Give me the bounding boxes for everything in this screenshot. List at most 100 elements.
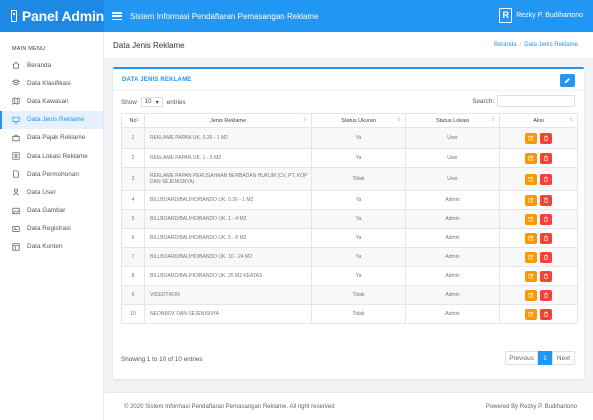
col-header-aksi[interactable]: Aksi ⇅ [499,113,578,128]
cell-status-lokasi: User [405,167,500,191]
trash-icon [544,216,548,222]
edit-icon [528,176,534,182]
row-delete-button[interactable] [540,270,552,282]
sidebar: MAIN MENU Beranda Data Klasifikasi Data Ka… [0,32,104,420]
row-edit-button[interactable] [525,308,537,320]
row-edit-button[interactable] [525,152,537,164]
sidebar-item-label: Data Lokasi Reklame [27,152,88,160]
user-logo-icon: R [499,8,513,23]
cell-jenis: BILLBOARD/BALIHO/BANDO UK. 1 - 4 M2 [144,209,312,229]
sort-icon: ⇅ [135,117,140,123]
cell-status-lokasi: Admin [405,190,500,210]
row-edit-button[interactable] [525,132,537,144]
sidebar-item-data-user[interactable]: Data User [0,183,103,201]
sidebar-item-label: Beranda [27,61,52,69]
row-edit-button[interactable] [525,289,537,301]
sort-icon: ⇅ [568,117,573,123]
previous-button[interactable]: Previous [505,351,538,365]
home-icon [12,61,20,69]
cell-aksi [499,127,578,149]
row-edit-button[interactable] [525,173,537,185]
breadcrumb: Beranda / Data Jenis Reklame [494,42,578,48]
table-row: 8 BILLBOARD/BALIHO/BANDO UK. 25 M2 KEATAS… [121,266,578,286]
row-delete-button[interactable] [540,152,552,164]
row-edit-button[interactable] [525,213,537,225]
cell-status-ukuran: Ya [311,148,406,168]
col-header-jenis[interactable]: Jenis Reklame ⇅ [144,113,312,128]
col-header-ukuran[interactable]: Status Ukuran ⇅ [311,113,406,128]
menu-toggle-icon[interactable] [112,12,122,20]
length-control: Show 10 ▾ entries [121,97,186,107]
sidebar-item-data-pajak-reklame[interactable]: Data Pajak Reklame [0,129,103,147]
image-icon [12,207,20,215]
edit-icon [528,273,534,279]
sidebar-item-data-registrasi[interactable]: Data Registrasi [0,220,103,238]
row-delete-button[interactable] [540,232,552,244]
cell-aksi [499,228,578,248]
brand[interactable]: Panel Admin [0,0,104,32]
pencil-icon [564,78,570,84]
app-title: Sistem Informasi Pendaftaran Pemasangan … [130,11,319,21]
edit-icon [528,155,534,161]
cell-no: 3 [121,167,145,191]
trash-icon [544,176,548,182]
cell-status-ukuran: Tidak [311,285,406,305]
layers-icon [12,79,20,87]
cell-status-ukuran: Ya [311,127,406,149]
table-info: Showing 1 to 10 of 10 entries [121,356,203,363]
search-label: Search: [472,97,494,105]
sort-icon: ⇅ [302,117,307,123]
map-icon [12,97,20,106]
row-edit-button[interactable] [525,251,537,263]
cell-status-lokasi: User [405,127,500,149]
cell-jenis: NEONBOX DAN SEJENISNYA [144,304,312,324]
sidebar-item-data-gambar[interactable]: Data Gambar [0,202,103,220]
sidebar-item-data-konten[interactable]: Data Konten [0,238,103,256]
row-delete-button[interactable] [540,173,552,185]
entries-label: entries [166,98,186,106]
next-button[interactable]: Next [552,351,575,365]
edit-icon [528,216,534,222]
col-header-no[interactable]: No ⇅ [121,113,145,128]
user-menu[interactable]: R Rezky P. Budihartono [499,8,583,23]
trash-icon [544,135,548,141]
sidebar-item-data-klasifikasi[interactable]: Data Klasifikasi [0,74,103,92]
caret-down-icon: ▾ [155,99,159,106]
row-delete-button[interactable] [540,194,552,206]
table-row: 2 REKLAME PAPAN UK. 1 - 5 M2 Ya User [121,148,578,168]
cell-status-lokasi: Admin [405,285,500,305]
sidebar-item-data-kawasan[interactable]: Data Kawasan [0,92,103,110]
table-header-row: No ⇅ Jenis Reklame ⇅ Status Ukuran ⇅ Status… [121,113,578,128]
row-delete-button[interactable] [540,132,552,144]
footer: © 2020 Sistem Informasi Pendaftaran Pema… [104,392,593,420]
row-edit-button[interactable] [525,232,537,244]
sidebar-item-data-jenis-reklame[interactable]: Data Jenis Reklame [0,110,103,129]
edit-button[interactable] [560,74,575,87]
sidebar-item-data-lokasi-reklame[interactable]: Data Lokasi Reklame [0,147,103,165]
breadcrumb-home[interactable]: Beranda [494,42,517,48]
table-row: 10 NEONBOX DAN SEJENISNYA Tidak Admin [121,304,578,324]
cell-no: 5 [121,209,145,229]
page-1-button[interactable]: 1 [538,351,552,365]
search-control: Search: [472,95,575,107]
location-icon [12,152,20,160]
sidebar-item-beranda[interactable]: Beranda [0,56,103,74]
row-delete-button[interactable] [540,251,552,263]
cell-aksi [499,209,578,229]
edit-icon [528,135,534,141]
cell-aksi [499,190,578,210]
col-header-lokasi[interactable]: Status Lokasi ⇅ [405,113,500,128]
row-edit-button[interactable] [525,270,537,282]
entries-select[interactable]: 10 ▾ [140,97,163,107]
sidebar-item-data-permohonan[interactable]: Data Permohonan [0,165,103,183]
cell-jenis: BILLBOARD/BALIHO/BANDO UK. 0.26 - 1 M2 [144,190,312,210]
row-edit-button[interactable] [525,194,537,206]
cell-no: 9 [121,285,145,305]
card-divider [113,90,584,91]
layout-icon [12,243,20,251]
cell-jenis: REKLAME PAPAN UK. 0.26 - 1 M2 [144,127,312,149]
row-delete-button[interactable] [540,213,552,225]
search-input[interactable] [497,95,575,107]
row-delete-button[interactable] [540,308,552,320]
row-delete-button[interactable] [540,289,552,301]
